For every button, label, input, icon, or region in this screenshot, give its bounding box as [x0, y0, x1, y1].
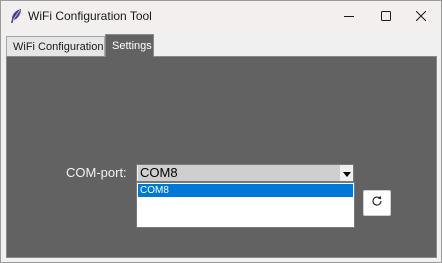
chevron-down-icon [343, 164, 351, 182]
close-button[interactable] [400, 1, 441, 31]
com-port-option[interactable]: COM8 [138, 184, 353, 197]
maximize-icon [381, 11, 391, 21]
feather-icon [9, 8, 23, 24]
settings-panel: COM-port: COM8 COM8 [6, 56, 437, 258]
dropdown-arrow-button[interactable] [341, 165, 353, 181]
app-window: WiFi Configuration Tool WiFi Configurati… [0, 0, 442, 263]
tab-settings[interactable]: Settings [105, 34, 154, 57]
window-client-area: WiFi Configuration Settings COM-port: CO… [1, 31, 441, 262]
title-bar[interactable]: WiFi Configuration Tool [1, 1, 441, 31]
com-port-dropdown-list: COM8 [136, 182, 355, 228]
window-title: WiFi Configuration Tool [28, 9, 152, 23]
refresh-icon [371, 194, 383, 212]
com-port-combobox[interactable]: COM8 [136, 164, 354, 182]
tab-wifi-configuration[interactable]: WiFi Configuration [6, 36, 105, 56]
minimize-icon [344, 11, 354, 21]
close-icon [415, 11, 426, 21]
refresh-ports-button[interactable] [363, 190, 391, 216]
com-port-label: COM-port: [66, 165, 127, 180]
com-port-value[interactable]: COM8 [138, 165, 340, 181]
